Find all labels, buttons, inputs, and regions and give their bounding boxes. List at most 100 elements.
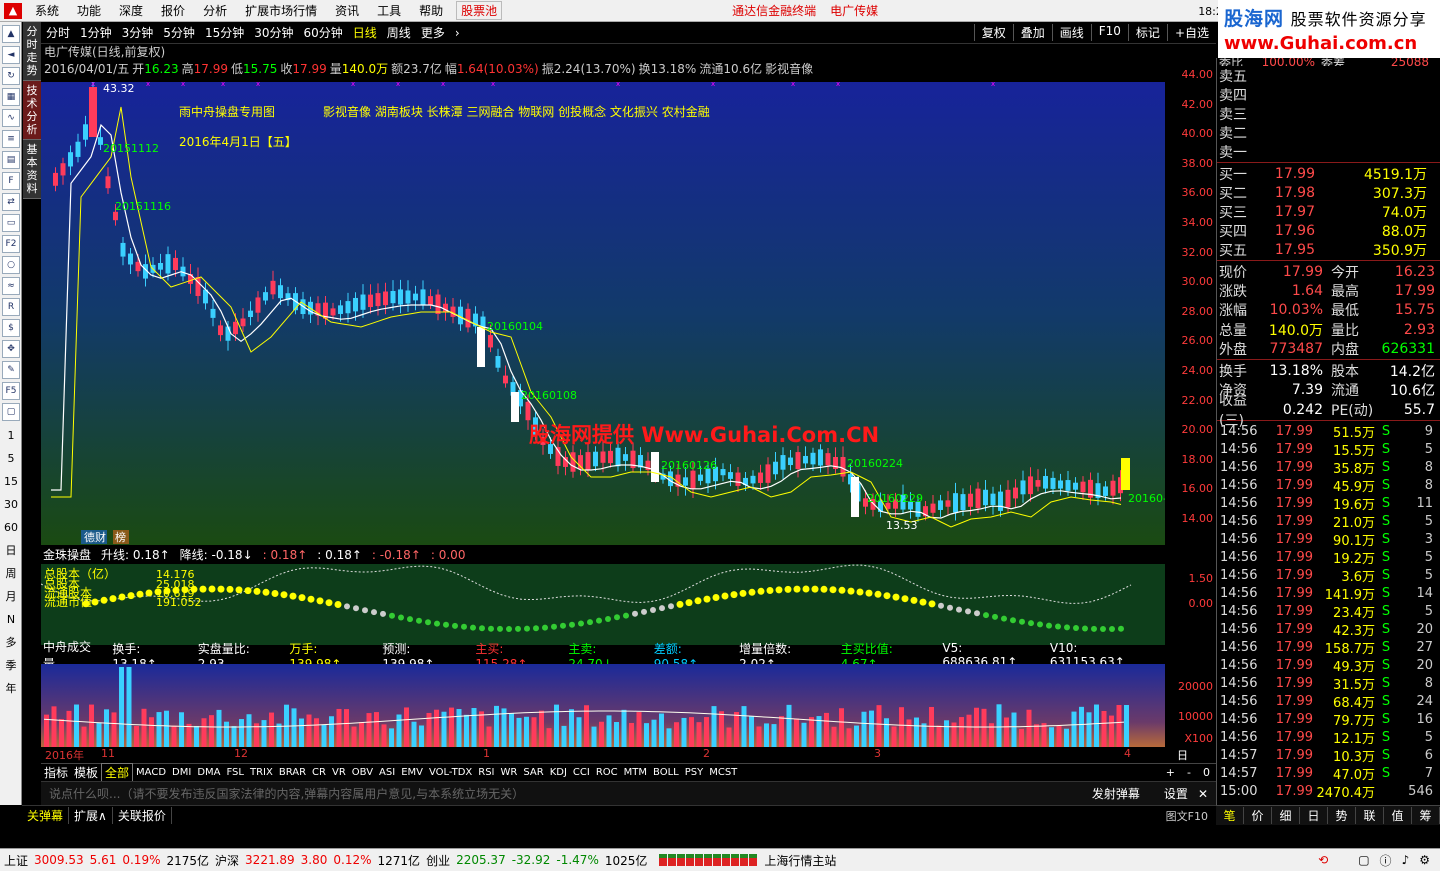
right-tab-detail[interactable]: 细 xyxy=(1272,807,1300,824)
ind-tab-emv[interactable]: EMV xyxy=(398,767,426,778)
tick-row[interactable]: 14:56 17.99 79.7万 S 16 xyxy=(1217,710,1440,729)
buy3-row[interactable]: 买三 17.97 74.0万 xyxy=(1217,202,1440,221)
f5-icon[interactable]: F5 xyxy=(2,382,20,400)
period-tab-3m[interactable]: 3分钟 xyxy=(117,24,159,41)
buy5-row[interactable]: 买五 17.95 350.9万 xyxy=(1217,240,1440,259)
tick-row[interactable]: 14:56 17.99 90.1万 S 3 xyxy=(1217,530,1440,549)
danmu-input[interactable]: 说点什么呗...（请不要发布违反国家法律的内容,弹幕内容属用户意见,与本系统立场… xyxy=(49,785,524,802)
ind-tab-rsi[interactable]: RSI xyxy=(475,767,497,778)
buy4-row[interactable]: 买四 17.96 88.0万 xyxy=(1217,221,1440,240)
period-tab-intraday[interactable]: 分时 xyxy=(41,24,75,41)
reset-button[interactable]: 0 xyxy=(1197,766,1216,779)
period-tab-60m[interactable]: 60分钟 xyxy=(299,24,348,41)
tick-row[interactable]: 14:56 17.99 141.9万 S 14 xyxy=(1217,584,1440,603)
buy1-row[interactable]: 买一 17.99 4519.1万 xyxy=(1217,164,1440,183)
tick-row[interactable]: 15:00 17.99 2470.4万 546 xyxy=(1217,782,1440,801)
ind-tab-vr[interactable]: VR xyxy=(329,767,349,778)
tick-row[interactable]: 14:56 17.99 21.0万 S 5 xyxy=(1217,512,1440,531)
menu-help[interactable]: 帮助 xyxy=(410,2,452,19)
tick-row[interactable]: 14:56 17.99 158.7万 S 27 xyxy=(1217,638,1440,657)
right-tab-value[interactable]: 值 xyxy=(1384,807,1412,824)
period-1[interactable]: 1 xyxy=(1,424,21,447)
period-month[interactable]: 月 xyxy=(1,585,21,608)
close-icon[interactable]: ✕ xyxy=(1198,787,1208,801)
tab-fundamental[interactable]: 基本资料 xyxy=(23,140,41,199)
ind-tab-wr[interactable]: WR xyxy=(498,767,521,778)
tick-row[interactable]: 14:56 17.99 23.4万 S 5 xyxy=(1217,602,1440,621)
chart-line-icon[interactable]: ∿ xyxy=(2,109,20,127)
ind-tab-psy[interactable]: PSY xyxy=(682,767,707,778)
fire-danmu-button[interactable]: 发射弹幕 xyxy=(1092,785,1140,802)
sound-icon[interactable]: ♪ xyxy=(1402,853,1410,867)
ind-tab-indicator[interactable]: 指标 xyxy=(41,764,71,781)
ind-tab-sar[interactable]: SAR xyxy=(520,767,546,778)
menu-system[interactable]: 系统 xyxy=(26,2,68,19)
volume-chart[interactable] xyxy=(41,664,1165,747)
refresh-icon[interactable]: ↻ xyxy=(2,67,20,85)
zoom-in-button[interactable]: + xyxy=(1160,766,1181,779)
window-icon[interactable]: ▢ xyxy=(1358,853,1369,867)
window-icon[interactable]: ▢ xyxy=(2,403,20,421)
close-danmu-tab[interactable]: 关弹幕 xyxy=(22,807,70,824)
index-hs-label[interactable]: 沪深 xyxy=(215,852,239,869)
tab-intraday[interactable]: 分时走势 xyxy=(23,22,41,81)
server-name[interactable]: 上海行情主站 xyxy=(764,852,836,869)
tick-row[interactable]: 14:56 17.99 15.5万 S 5 xyxy=(1217,440,1440,459)
restore-rights-button[interactable]: 复权 xyxy=(973,24,1013,41)
period-5[interactable]: 5 xyxy=(1,447,21,470)
period-30[interactable]: 30 xyxy=(1,493,21,516)
index-cy-label[interactable]: 创业 xyxy=(426,852,450,869)
mark-button[interactable]: 标记 xyxy=(1127,24,1167,41)
pen-icon[interactable]: ✎ xyxy=(2,361,20,379)
tick-row[interactable]: 14:56 17.99 31.5万 S 8 xyxy=(1217,674,1440,693)
doc-icon[interactable]: ▭ xyxy=(2,214,20,232)
list-icon[interactable]: ≡ xyxy=(2,130,20,148)
zoom-out-button[interactable]: - xyxy=(1181,766,1197,779)
ind-tab-asi[interactable]: ASI xyxy=(376,767,398,778)
ind-tab-mtm[interactable]: MTM xyxy=(621,767,650,778)
ind-tab-vol-tdx[interactable]: VOL-TDX xyxy=(426,767,475,778)
right-tab-trades[interactable]: 笔 xyxy=(1216,807,1244,824)
related-quote-tab[interactable]: 关联报价 xyxy=(113,807,172,824)
wave-icon[interactable]: ≈ xyxy=(2,277,20,295)
tick-row[interactable]: 14:56 17.99 42.3万 S 20 xyxy=(1217,620,1440,639)
chevron-right-icon[interactable]: › xyxy=(450,26,465,40)
stock-pool-button[interactable]: 股票池 xyxy=(456,1,503,20)
period-season[interactable]: 季 xyxy=(1,654,21,677)
table-icon[interactable]: ▤ xyxy=(2,151,20,169)
period-multi[interactable]: 多 xyxy=(1,631,21,654)
right-tab-price[interactable]: 价 xyxy=(1244,807,1272,824)
refresh-icon[interactable]: ⟲ xyxy=(1318,853,1328,867)
menu-tools[interactable]: 工具 xyxy=(368,2,410,19)
menu-news[interactable]: 资讯 xyxy=(326,2,368,19)
draw-line-button[interactable]: 画线 xyxy=(1051,24,1091,41)
overlay-button[interactable]: 叠加 xyxy=(1012,24,1052,41)
settings-icon[interactable]: ⚙ xyxy=(1419,853,1430,867)
index-sh-label[interactable]: 上证 xyxy=(4,852,28,869)
ind-tab-boll[interactable]: BOLL xyxy=(650,767,682,778)
candlestick-chart[interactable]: 雨中舟操盘专用图 影视音像 湖南板块 长株潭 三网融合 物联网 创投概念 文化振… xyxy=(41,79,1167,545)
compare-icon[interactable]: ⇄ xyxy=(2,193,20,211)
move-icon[interactable]: ✥ xyxy=(2,340,20,358)
ind-tab-fsl[interactable]: FSL xyxy=(223,767,247,778)
menu-depth[interactable]: 深度 xyxy=(110,2,152,19)
arrow-left-icon[interactable]: ◄ xyxy=(2,46,20,64)
menu-quote[interactable]: 报价 xyxy=(152,2,194,19)
ind-tab-cci[interactable]: CCI xyxy=(570,767,593,778)
tick-row[interactable]: 14:56 17.99 12.1万 S 5 xyxy=(1217,728,1440,747)
period-tab-15m[interactable]: 15分钟 xyxy=(200,24,249,41)
period-tab-day[interactable]: 日线 xyxy=(348,24,382,41)
period-tab-1m[interactable]: 1分钟 xyxy=(75,24,117,41)
ind-tab-trix[interactable]: TRIX xyxy=(247,767,276,778)
danmu-settings-button[interactable]: 设置 xyxy=(1164,785,1188,802)
ind-tab-template[interactable]: 模板 xyxy=(71,764,101,781)
tick-row[interactable]: 14:56 17.99 19.2万 S 5 xyxy=(1217,548,1440,567)
ind-tab-kdj[interactable]: KDJ xyxy=(547,767,570,778)
tab-technical[interactable]: 技术分析 xyxy=(23,81,41,140)
period-15[interactable]: 15 xyxy=(1,470,21,493)
buy2-row[interactable]: 买二 17.98 307.3万 xyxy=(1217,183,1440,202)
tick-row[interactable]: 14:56 17.99 3.6万 S 5 xyxy=(1217,566,1440,585)
menu-function[interactable]: 功能 xyxy=(68,2,110,19)
add-watchlist-button[interactable]: +自选 xyxy=(1166,24,1216,41)
rsi-icon[interactable]: R xyxy=(2,298,20,316)
